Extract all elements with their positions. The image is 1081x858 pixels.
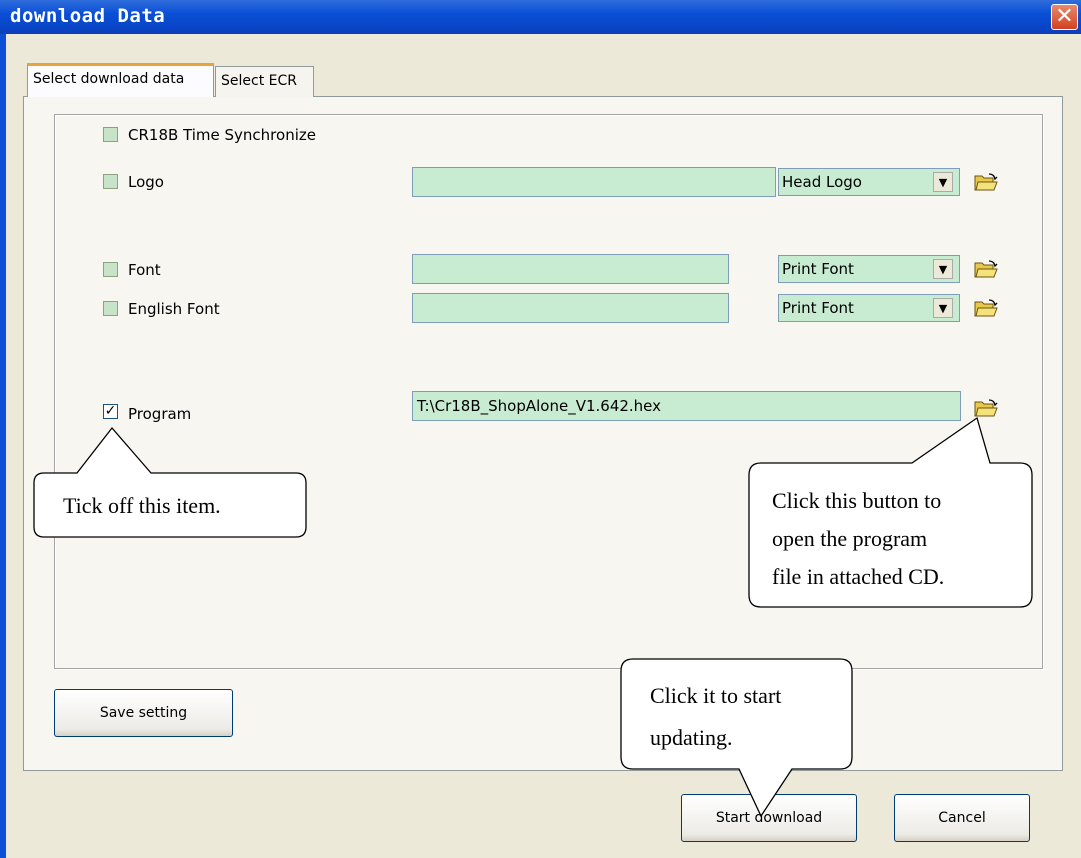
- open-file-callout-line-3: file in attached CD.: [772, 564, 945, 589]
- start-callout-line-2: updating.: [650, 725, 733, 750]
- tab-select-download-data[interactable]: Select download data: [27, 63, 214, 97]
- callout-shapes: [33, 416, 1033, 818]
- tick-callout-text: Tick off this item.: [63, 493, 221, 518]
- start-callout-line-1: Click it to start: [650, 683, 782, 708]
- open-file-callout-line-2: open the program: [772, 526, 928, 551]
- open-file-callout-line-1: Click this button to: [772, 488, 942, 513]
